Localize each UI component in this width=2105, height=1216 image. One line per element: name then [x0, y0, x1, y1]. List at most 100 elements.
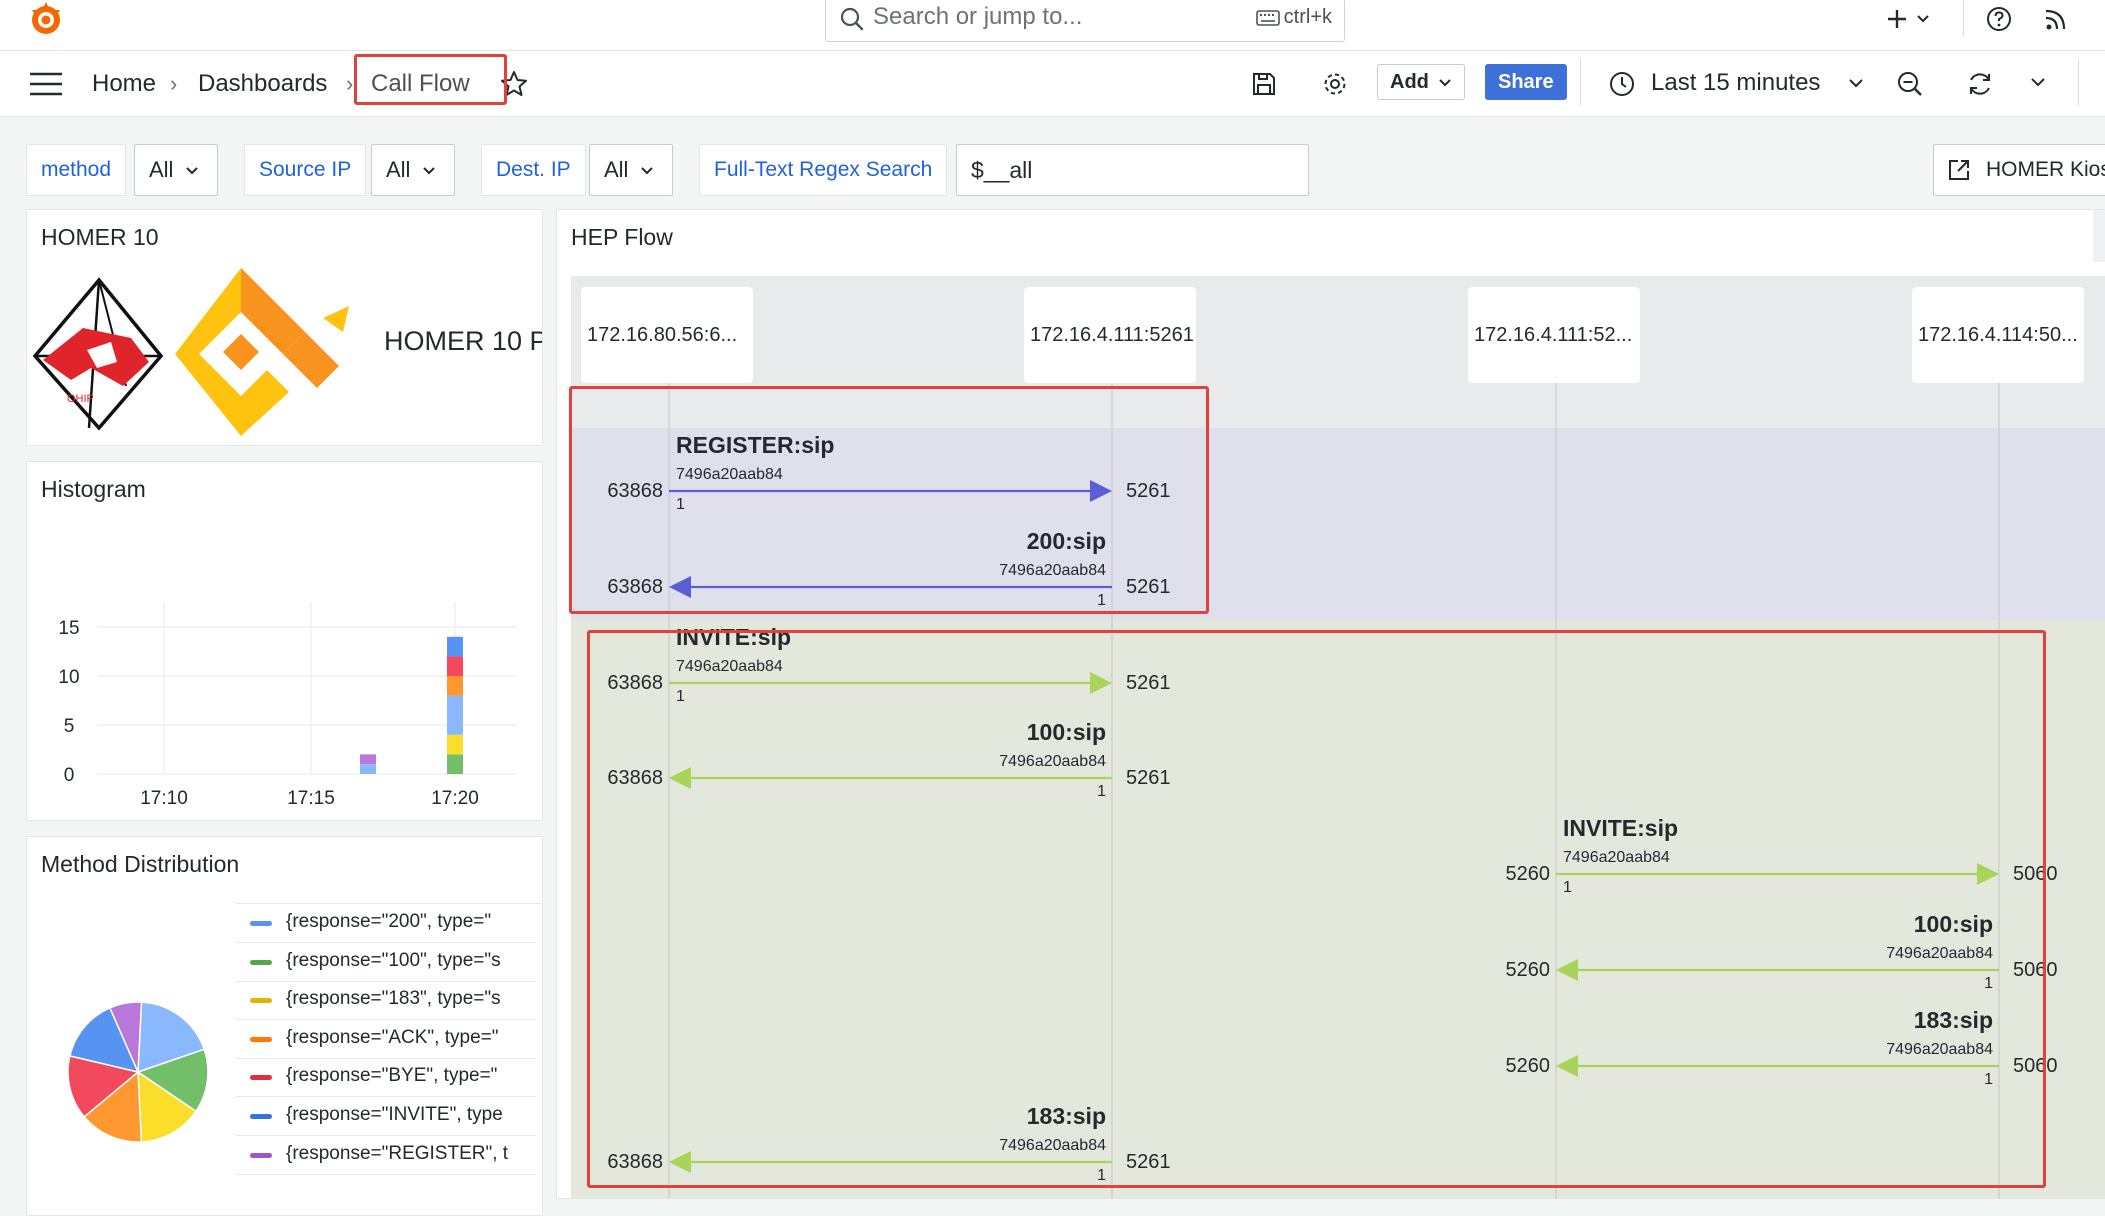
flow-message-title: 200:sip [1026, 528, 1106, 554]
divider [2078, 59, 2079, 105]
histogram-bar-segment[interactable] [447, 636, 463, 657]
flow-source-port: 63868 [607, 480, 663, 502]
flow-message-number: 1 [1984, 975, 1993, 992]
homer-panel-title: HOMER 10 [41, 224, 159, 250]
flow-dest-port: 5060 [2013, 1055, 2058, 1077]
variable-label-regex-search: Full-Text Regex Search [699, 144, 948, 196]
menu-toggle-icon[interactable] [28, 71, 64, 97]
flow-message-call-id: 7496a20aab84 [999, 753, 1106, 770]
svg-text:OHIP: OHIP [67, 393, 94, 405]
save-icon[interactable] [1250, 70, 1278, 98]
hep-logo-icon [175, 268, 349, 436]
breadcrumb-dashboards[interactable]: Dashboards [198, 69, 327, 99]
add-button[interactable]: Add [1377, 64, 1466, 100]
search-input[interactable]: Search or jump to... ctrl+k [825, 0, 1345, 42]
panel-scrollbar[interactable] [2093, 210, 2105, 262]
legend-swatch [250, 1036, 272, 1042]
flow-column-header[interactable]: 172.16.4.114:50... [1912, 287, 2084, 383]
homer-panel-text: HOMER 10 P [384, 326, 543, 356]
variable-label-method: method [26, 144, 127, 196]
legend-swatch [250, 1152, 272, 1158]
histogram-bar-segment[interactable] [447, 656, 463, 676]
y-tick-label: 5 [64, 716, 75, 737]
legend-swatch [250, 998, 272, 1004]
variable-select-method[interactable]: All [134, 144, 218, 196]
new-menu-button[interactable] [1884, 4, 1936, 34]
gear-icon[interactable] [1321, 70, 1349, 98]
legend-item[interactable]: {response="100", type="s [236, 943, 536, 982]
flow-column-header[interactable]: 172.16.4.111:52... [1468, 287, 1640, 383]
chevron-down-icon [185, 167, 198, 175]
regex-search-input[interactable]: $__all [956, 144, 1309, 196]
flow-message-number: 1 [676, 496, 685, 513]
variable-select-value: All [604, 157, 629, 182]
news-feed-icon[interactable] [2041, 4, 2071, 34]
star-icon[interactable] [500, 70, 528, 98]
homer-kiosk-button[interactable]: HOMER Kiosk [1933, 144, 2105, 196]
zoom-out-icon[interactable] [1896, 70, 1924, 98]
flow-message-call-id: 7496a20aab84 [676, 466, 783, 483]
chevron-down-icon [1849, 79, 1863, 88]
flow-source-port: 63868 [607, 672, 663, 694]
flow-source-port: 5260 [1505, 863, 1551, 885]
method-distribution-panel: Method Distribution {response="200", typ… [26, 836, 543, 1216]
legend-label: {response="200", type=" [286, 911, 492, 932]
flow-canvas [571, 276, 2105, 1199]
flow-message-number: 1 [1097, 592, 1106, 609]
share-button[interactable]: Share [1485, 64, 1567, 100]
grafana-logo-icon[interactable] [26, 0, 66, 40]
homer-kiosk-label: HOMER Kiosk [1986, 158, 2105, 181]
histogram-bar-segment[interactable] [447, 676, 463, 696]
legend-item[interactable]: {response="183", type="s [236, 981, 536, 1021]
top-bar: Search or jump to... ctrl+k [0, 0, 2105, 51]
flow-dest-port: 5261 [1126, 576, 1171, 598]
flow-message-number: 1 [1984, 1071, 1993, 1088]
breadcrumb-home[interactable]: Home [92, 69, 156, 99]
refresh-icon[interactable] [1966, 70, 1994, 98]
chevron-down-icon [422, 167, 435, 175]
clock-icon [1610, 72, 1634, 96]
flow-message-title: 183:sip [1913, 1007, 1993, 1033]
time-range-label: Last 15 minutes [1651, 69, 1821, 96]
time-range-picker[interactable]: Last 15 minutes [1608, 68, 1870, 98]
chevron-down-icon [1439, 79, 1452, 87]
flow-message-title: 183:sip [1026, 1103, 1106, 1129]
search-icon [840, 7, 864, 31]
refresh-interval-chevron-down-icon[interactable] [2030, 76, 2046, 88]
keyboard-icon [1255, 9, 1280, 26]
flow-source-port: 63868 [607, 1151, 663, 1173]
histogram-bar-segment[interactable] [360, 754, 376, 765]
legend-item[interactable]: {response="BYE", type=" [236, 1058, 536, 1098]
flow-dest-port: 5261 [1126, 672, 1171, 694]
histogram-chart[interactable]: 0 5 10 15 17:10 17:15 17:20 [27, 532, 542, 812]
method-legend: {response="200", type=" {response="100", … [236, 903, 542, 1215]
histogram-bar-segment[interactable] [447, 754, 463, 774]
histogram-panel: Histogram 0 5 10 15 17:10 17:15 17:20 [26, 461, 543, 821]
variable-select-dest-ip[interactable]: All [589, 144, 673, 196]
search-placeholder: Search or jump to... [873, 3, 1083, 30]
breadcrumb-current: Call Flow [371, 70, 470, 97]
histogram-bar-segment[interactable] [360, 764, 376, 774]
flow-message-call-id: 7496a20aab84 [1886, 1041, 1993, 1058]
flow-column-header[interactable]: 172.16.4.111:5261 [1024, 287, 1196, 383]
invite-dialog-band [571, 620, 2105, 1199]
variable-select-source-ip[interactable]: All [371, 144, 455, 196]
search-shortcut-text: ctrl+k [1283, 6, 1332, 28]
help-icon[interactable] [1984, 4, 2014, 34]
flow-message-call-id: 7496a20aab84 [1886, 945, 1993, 962]
legend-label: {response="100", type="s [286, 949, 501, 971]
flow-column-header[interactable]: 172.16.80.56:6... [581, 287, 753, 383]
legend-item[interactable]: {response="200", type=" [236, 904, 536, 943]
legend-item[interactable]: {response="REGISTER", t [236, 1136, 536, 1175]
flow-message-call-id: 7496a20aab84 [1563, 849, 1670, 866]
flow-source-port: 5260 [1505, 959, 1551, 981]
flow-source-port: 63868 [607, 576, 663, 598]
legend-item[interactable]: {response="INVITE", type [236, 1097, 536, 1136]
variable-label-dest-ip: Dest. IP [481, 144, 586, 196]
variable-select-value: All [386, 157, 411, 182]
legend-item[interactable]: {response="ACK", type=" [236, 1020, 536, 1059]
chevron-down-icon [640, 167, 653, 175]
method-pie-chart[interactable] [63, 997, 213, 1147]
histogram-bar-segment[interactable] [447, 695, 463, 735]
histogram-bar-segment[interactable] [447, 734, 463, 755]
